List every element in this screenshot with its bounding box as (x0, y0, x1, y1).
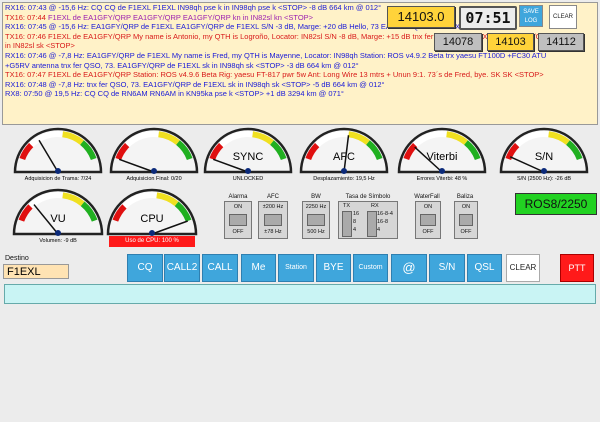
log-line: +G5RV antenna tnx fer QSO, 73. EA1GFY/QR… (3, 61, 597, 71)
log-line-text: TX16: 07:44 (5, 12, 48, 22)
bw-top-label: 2250 Hz (305, 204, 327, 210)
viterbi-gauge: ViterbiErrores Viterbi: 48 % (397, 127, 487, 182)
afc-gauge-label: AFC (333, 151, 355, 163)
bw-title: BW (311, 194, 321, 200)
log-line-text: TX16: 07:47 F1EXL de EA1GFY/QRP Station:… (5, 70, 544, 80)
tx-text-input[interactable] (4, 284, 596, 304)
log-line: RX16: 07:48 @ -7,8 Hz: tnx fer QSO, 73. … (3, 80, 597, 90)
trama-gauge: Adquisicion de Trama: 7/24 (13, 127, 103, 182)
sn-gauge-caption: S/N (2500 Hz): -26 dB (517, 176, 571, 182)
destino-label: Destino (5, 255, 29, 262)
waterfall-control[interactable]: WaterFall ON OFF (410, 194, 444, 239)
log-line-text: +G5RV antenna tnx fer QSO, 73. EA1GFY/QR… (5, 60, 359, 70)
gauge-panel: Adquisicion de Trama: 7/24 Adquisicion Fi… (12, 127, 589, 244)
log-line-text: RX16: 07:46 @ -7,8 Hz: EA1GFY/QRP de F1E… (5, 50, 547, 60)
alarma-on-label: ON (233, 204, 243, 210)
baliza-switch[interactable]: ON OFF (454, 201, 478, 239)
symbol-rate-title: Tasa de Símbolo (345, 194, 391, 200)
frequency-center-button[interactable]: 14103 (487, 33, 534, 51)
baliza-control[interactable]: Baliza ON OFF (450, 194, 480, 239)
log-line-text: RX8: 07:50 @ 19,5 Hz: CQ CQ de RN6AM RN6… (5, 89, 344, 99)
frequency-display: 14103.0 (387, 6, 455, 28)
waterfall-off-label: OFF (422, 229, 434, 235)
afc-gauge: AFC Desplazamiento: 19,5 Hz (299, 127, 389, 182)
alarma-off-label: OFF (232, 229, 244, 235)
vu-gauge-label: VU (50, 213, 65, 225)
rx-label: RX (371, 203, 379, 209)
afc-title: AFC (267, 194, 279, 200)
save-log-button[interactable]: SAVE LOG (519, 5, 543, 27)
destino-input[interactable]: F1EXL (3, 264, 69, 279)
station-button[interactable]: Station (278, 254, 314, 282)
waterfall-on-label: ON (423, 204, 433, 210)
bw-switch[interactable]: 2250 Hz 500 Hz (302, 201, 330, 239)
ptt-button[interactable]: PTT (560, 254, 594, 282)
sync-gauge-label: SYNC (233, 151, 264, 163)
custom-button[interactable]: Custom (353, 254, 388, 282)
log-line-text: CQ CQ de F1EXL F1EXL IN98qh pse k in IN9… (91, 3, 382, 12)
cpu-gauge-label: CPU (140, 213, 163, 225)
afc-top-label: ±200 Hz (262, 204, 284, 210)
rx-rate-16-8: 16-8 (377, 219, 389, 225)
tx-rate-16: 16 (353, 211, 360, 217)
log-line-text: RX16: 07:43 @ -15,6 Hz: (5, 3, 91, 12)
symbol-rate-switch[interactable]: TX RX 16 8 4 16-8-4 16-8 4 (338, 201, 398, 239)
log-line-text: F1EXL de EA1GFY/QRP EA1GFY/QRP EA1GFY/QR… (47, 12, 314, 22)
rx-rate-4: 4 (377, 227, 381, 233)
bw-bottom-label: 500 Hz (307, 229, 325, 235)
alarma-title: Alarma (228, 194, 248, 200)
tx-rate-8: 8 (353, 219, 357, 225)
log-line-text: in IN82sl sk <STOP> (5, 41, 75, 51)
rx-rate-16-8-4: 16-8-4 (377, 211, 393, 217)
symbol-rate-control[interactable]: Tasa de Símbolo TX RX 16 8 4 16-8-4 16-8… (338, 194, 398, 239)
alarma-switch[interactable]: ON OFF (224, 201, 252, 239)
cpu-usage-badge: Uso de CPU: 100 % (109, 236, 195, 247)
alarma-control[interactable]: Alarma ON OFF (224, 194, 252, 239)
tx-rate-options: 16 8 4 (353, 210, 359, 234)
vu-gauge-caption: Volumen: -9 dB (39, 238, 77, 244)
afc-gauge-caption: Desplazamiento: 19,5 Hz (313, 176, 375, 182)
baliza-title: Baliza (456, 194, 474, 200)
cpu-gauge: CPU (106, 188, 198, 236)
rx-rate-options: 16-8-4 16-8 4 (377, 210, 393, 234)
mode-display: ROS8/2250 (515, 193, 597, 215)
afc-bottom-label: ±78 Hz (264, 229, 282, 235)
qsl-button[interactable]: QSL (467, 254, 502, 282)
tx-rate-4: 4 (353, 227, 357, 233)
log-line: RX8: 07:50 @ 19,5 Hz: CQ CQ de RN6AM RN6… (3, 89, 597, 99)
final-gauge: Adquisicion Final: 0/20 (109, 127, 199, 182)
trama-gauge-caption: Adquisicion de Trama: 7/24 (25, 176, 92, 182)
waterfall-title: WaterFall (414, 194, 440, 200)
cq-button[interactable]: CQ (127, 254, 163, 282)
frequency-left-button[interactable]: 14078 (434, 33, 482, 51)
afc-switch[interactable]: ±200 Hz ±78 Hz (258, 201, 288, 239)
viterbi-gauge-caption: Errores Viterbi: 48 % (417, 176, 468, 182)
clear-log-button[interactable]: CLEAR (549, 5, 577, 29)
clear-tx-button[interactable]: CLEAR (506, 254, 540, 282)
sn-gauge: S/N S/N (2500 Hz): -26 dB (499, 127, 589, 182)
log-line: TX16: 07:47 F1EXL de EA1GFY/QRP Station:… (3, 70, 597, 80)
baliza-off-label: OFF (460, 229, 472, 235)
me-button[interactable]: Me (241, 254, 276, 282)
sn-gauge-label: S/N (535, 151, 553, 163)
log-line-text: RX16: 07:48 @ -7,8 Hz: tnx fer QSO, 73. … (5, 79, 385, 89)
log-line: RX16: 07:46 @ -7,8 Hz: EA1GFY/QRP de F1E… (3, 51, 597, 61)
tx-label: TX (343, 203, 351, 209)
frequency-right-button[interactable]: 14112 (538, 33, 584, 51)
sn-button[interactable]: S/N (429, 254, 465, 282)
waterfall-switch[interactable]: ON OFF (415, 201, 441, 239)
final-gauge-caption: Adquisicion Final: 0/20 (126, 176, 181, 182)
at-button[interactable]: @ (391, 254, 427, 282)
bw-control[interactable]: BW 2250 Hz 500 Hz (302, 194, 330, 239)
clock-display: 07:51 (459, 6, 517, 30)
afc-control[interactable]: AFC ±200 Hz ±78 Hz (258, 194, 288, 239)
baliza-on-label: ON (461, 204, 471, 210)
sync-gauge-caption: UNLOCKED (233, 176, 264, 182)
call-button[interactable]: CALL (202, 254, 238, 282)
bye-button[interactable]: BYE (316, 254, 351, 282)
vu-gauge: VU Volumen: -9 dB (12, 188, 104, 244)
sync-gauge: SYNC UNLOCKED (203, 127, 293, 182)
call2-button[interactable]: CALL2 (164, 254, 200, 282)
